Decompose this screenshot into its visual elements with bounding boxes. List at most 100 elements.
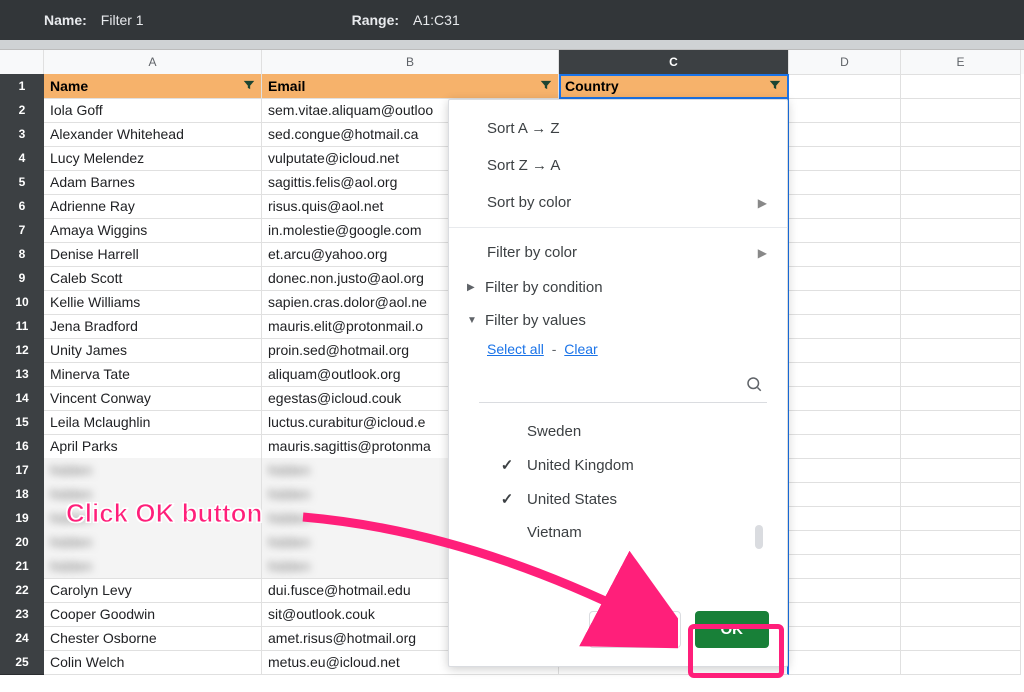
cell-D[interactable] [789,242,901,267]
cell-E[interactable] [901,434,1021,459]
row-number[interactable]: 16 [0,434,44,459]
row-number[interactable]: 10 [0,290,44,315]
cell-E[interactable] [901,194,1021,219]
cell-E[interactable] [901,530,1021,555]
cell-A[interactable]: hidden [44,482,262,507]
cell-D[interactable] [789,386,901,411]
row-number[interactable]: 11 [0,314,44,339]
cell-A[interactable]: Unity James [44,338,262,363]
row-number[interactable]: 3 [0,122,44,147]
sort-a-z[interactable]: Sort A → Z [449,110,787,147]
col-B[interactable]: B [262,50,559,75]
filter-value-item[interactable]: ✓United Kingdom [479,448,767,482]
row-number[interactable]: 7 [0,218,44,243]
cell-A[interactable]: Iola Goff [44,98,262,123]
row-number[interactable]: 5 [0,170,44,195]
cell-E[interactable] [901,554,1021,579]
cell-E[interactable] [901,626,1021,651]
cell-E[interactable] [901,170,1021,195]
row-number[interactable]: 6 [0,194,44,219]
cell-A[interactable]: Denise Harrell [44,242,262,267]
cell-A[interactable]: Carolyn Levy [44,578,262,603]
cell-D[interactable] [789,602,901,627]
cell-D[interactable] [789,218,901,243]
cell-D[interactable] [789,170,901,195]
filter-icon[interactable] [767,77,783,93]
cell-A[interactable]: April Parks [44,434,262,459]
row-number[interactable]: 20 [0,530,44,555]
row-number[interactable]: 4 [0,146,44,171]
cell-E[interactable] [901,362,1021,387]
cell-E[interactable] [901,338,1021,363]
cell-A[interactable]: Alexander Whitehead [44,122,262,147]
sort-z-a[interactable]: Sort Z → A [449,147,787,184]
filter-search-input[interactable] [483,378,745,394]
row-number[interactable]: 15 [0,410,44,435]
cell-C[interactable]: Country [559,74,789,99]
filter-values-list[interactable]: Sweden✓United Kingdom✓United StatesVietn… [479,415,767,601]
row-number[interactable]: 24 [0,626,44,651]
cell-D[interactable] [789,578,901,603]
filter-icon[interactable] [241,77,257,93]
cell-E[interactable] [901,386,1021,411]
col-C[interactable]: C [559,50,789,75]
cell-D[interactable] [789,194,901,219]
cancel-button[interactable]: Cancel [589,611,680,648]
cell-E[interactable] [901,266,1021,291]
cell-D[interactable] [789,122,901,147]
cell-E[interactable] [901,146,1021,171]
cell-D[interactable] [789,362,901,387]
clear-link[interactable]: Clear [564,341,597,357]
cell-D[interactable] [789,98,901,123]
cell-A[interactable]: hidden [44,530,262,555]
cell-A[interactable]: Colin Welch [44,650,262,675]
row-number[interactable]: 13 [0,362,44,387]
cell-E[interactable] [901,242,1021,267]
col-D[interactable]: D [789,50,901,75]
row-number[interactable]: 21 [0,554,44,579]
filter-by-color[interactable]: Filter by color▶ [449,234,787,271]
filter-value-item[interactable]: ✓United States [479,482,767,516]
filter-value-item[interactable]: Vietnam [479,516,767,549]
scrollbar-thumb[interactable] [755,525,763,549]
cell-E[interactable] [901,122,1021,147]
cell-E[interactable] [901,578,1021,603]
cell-D[interactable] [789,506,901,531]
cell-E[interactable] [901,650,1021,675]
filter-by-values[interactable]: ▼ Filter by values [449,304,787,337]
cell-A[interactable]: Adam Barnes [44,170,262,195]
row-number[interactable]: 9 [0,266,44,291]
col-A[interactable]: A [44,50,262,75]
ok-button[interactable]: OK [695,611,770,648]
row-number[interactable]: 14 [0,386,44,411]
cell-D[interactable] [789,434,901,459]
cell-E[interactable] [901,482,1021,507]
col-E[interactable]: E [901,50,1021,75]
cell-A[interactable]: Adrienne Ray [44,194,262,219]
select-all-link[interactable]: Select all [487,341,544,357]
cell-A[interactable]: Jena Bradford [44,314,262,339]
cell-E[interactable] [901,74,1021,99]
cell-E[interactable] [901,506,1021,531]
cell-D[interactable] [789,626,901,651]
cell-A[interactable]: Caleb Scott [44,266,262,291]
cell-D[interactable] [789,338,901,363]
cell-D[interactable] [789,482,901,507]
cell-D[interactable] [789,266,901,291]
row-number[interactable]: 22 [0,578,44,603]
row-number[interactable]: 19 [0,506,44,531]
row-number[interactable]: 18 [0,482,44,507]
cell-D[interactable] [789,74,901,99]
cell-D[interactable] [789,458,901,483]
cell-E[interactable] [901,290,1021,315]
cell-A[interactable]: Vincent Conway [44,386,262,411]
row-number[interactable]: 2 [0,98,44,123]
cell-E[interactable] [901,458,1021,483]
cell-A[interactable]: Name [44,74,262,99]
cell-E[interactable] [901,314,1021,339]
select-all-corner[interactable] [0,50,44,75]
cell-E[interactable] [901,602,1021,627]
row-number[interactable]: 17 [0,458,44,483]
cell-E[interactable] [901,98,1021,123]
cell-A[interactable]: Chester Osborne [44,626,262,651]
